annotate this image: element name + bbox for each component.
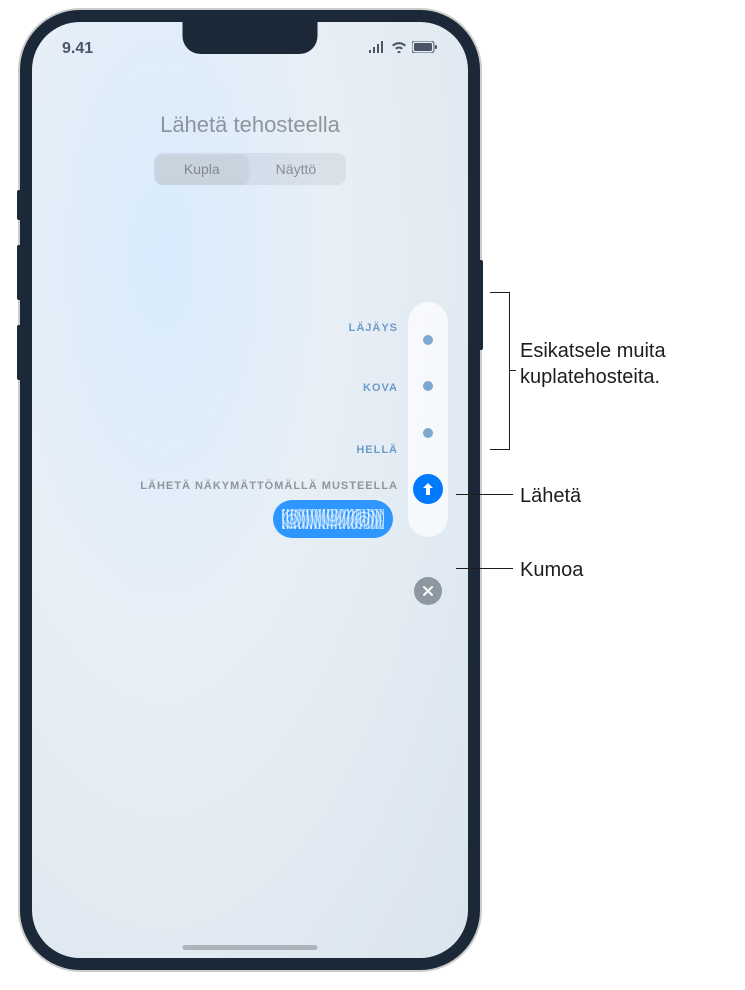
volume-up-button[interactable] — [17, 245, 20, 300]
cancel-button[interactable] — [414, 577, 442, 605]
callout-preview-effects: Esikatsele muita kuplatehosteita. — [520, 338, 745, 390]
effect-label-slam: LÄJÄYS — [349, 322, 398, 334]
callout-line-send — [456, 494, 513, 495]
notch — [183, 22, 318, 54]
page-title: Lähetä tehosteella — [32, 112, 468, 138]
callout-bracket-stem — [510, 370, 516, 371]
callout-line-cancel — [456, 568, 513, 569]
segment-screen[interactable]: Näyttö — [248, 155, 344, 183]
phone-frame: 9.41 Lähetä tehosteella Kupla Näyttö — [20, 10, 480, 970]
header: Lähetä tehosteella Kupla Näyttö — [32, 112, 468, 185]
volume-down-button[interactable] — [17, 325, 20, 380]
effect-loud-dot[interactable] — [423, 381, 433, 391]
side-button[interactable] — [480, 260, 483, 350]
send-button[interactable] — [413, 474, 443, 504]
effect-label-loud: KOVA — [363, 382, 398, 394]
effects-selector — [408, 302, 448, 537]
mute-switch[interactable] — [17, 190, 20, 220]
status-indicators — [368, 40, 438, 58]
effect-slam-dot[interactable] — [423, 335, 433, 345]
segment-control: Kupla Näyttö — [154, 153, 346, 185]
callout-send: Lähetä — [520, 483, 581, 509]
phone-screen: 9.41 Lähetä tehosteella Kupla Näyttö — [32, 22, 468, 958]
callout-bracket — [490, 292, 510, 450]
segment-bubble[interactable]: Kupla — [156, 155, 248, 183]
status-time: 9.41 — [62, 40, 93, 58]
effect-gentle-dot[interactable] — [423, 428, 433, 438]
effect-label-gentle: HELLÄ — [356, 444, 398, 456]
invisible-ink-effect — [282, 509, 384, 530]
home-indicator[interactable] — [183, 945, 318, 950]
callout-cancel: Kumoa — [520, 557, 583, 583]
wifi-icon — [391, 40, 407, 58]
cellular-icon — [368, 40, 386, 58]
message-bubble-invisible-ink[interactable] — [273, 500, 393, 538]
battery-icon — [412, 40, 438, 58]
effect-label-invisible: LÄHETÄ NÄKYMÄTTÖMÄLLÄ MUSTEELLA — [140, 480, 398, 492]
